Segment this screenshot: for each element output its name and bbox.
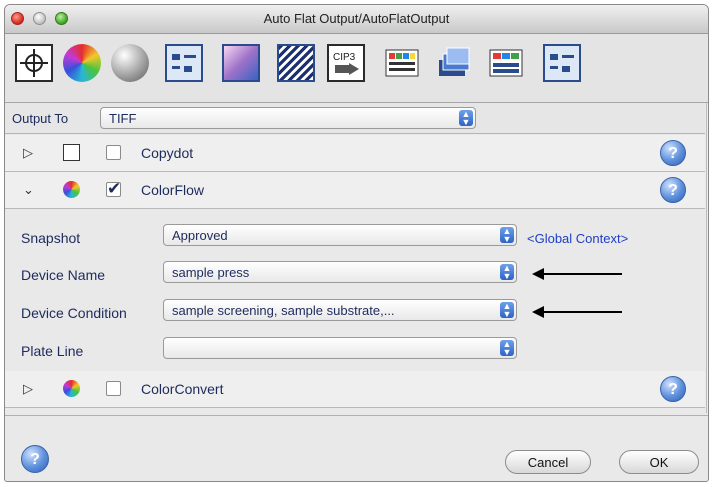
svg-text:CIP3: CIP3	[333, 52, 356, 63]
scroll-down-icon[interactable]: ▼	[708, 395, 709, 404]
cip3-export-icon[interactable]: CIP3	[327, 44, 365, 82]
colorflow-label: ColorFlow	[141, 182, 205, 198]
scrollbar-thumb[interactable]	[708, 107, 709, 257]
copydot-label: Copydot	[141, 145, 194, 161]
device-condition-label: Device Condition	[21, 305, 127, 321]
plate-line-label: Plate Line	[21, 343, 84, 359]
global-context-link[interactable]: <Global Context>	[527, 231, 628, 246]
snapshot-select[interactable]: Approved ▲ ▼	[163, 224, 517, 246]
popup-arrows-icon: ▲ ▼	[500, 340, 514, 357]
output-to-label: Output To	[12, 111, 69, 126]
color-bars-icon[interactable]	[383, 44, 421, 82]
plate-line-select[interactable]: ▲ ▼	[163, 337, 517, 359]
toolbar: CIP3	[5, 34, 708, 103]
stacked-pages-icon[interactable]	[435, 44, 473, 82]
output-format-value: TIFF	[109, 111, 137, 126]
device-name-label: Device Name	[21, 267, 106, 283]
help-icon[interactable]: ?	[660, 140, 686, 166]
ok-button[interactable]: OK	[619, 450, 699, 474]
colorconvert-label: ColorConvert	[141, 381, 224, 397]
cancel-button[interactable]: Cancel	[505, 450, 591, 474]
output-row: Output To TIFF ▲ ▼	[5, 103, 705, 134]
target-icon[interactable]	[15, 44, 53, 82]
copydot-checkbox[interactable]	[106, 145, 121, 160]
annotation-arrow	[532, 268, 622, 280]
snapshot-value: Approved	[172, 228, 228, 243]
color-wheel-icon	[63, 181, 80, 198]
help-icon[interactable]: ?	[660, 376, 686, 402]
section-colorflow: ⌄ ColorFlow ?	[5, 172, 705, 209]
vertical-scrollbar[interactable]: ▲ ▼	[706, 103, 709, 413]
section-colorconvert: ▷ ColorConvert ?	[5, 371, 705, 408]
color-wheel-icon	[63, 380, 80, 397]
device-name-value: sample press	[172, 265, 250, 280]
device-name-select[interactable]: sample press ▲ ▼	[163, 261, 517, 283]
gray-sphere-icon[interactable]	[111, 44, 149, 82]
ul-frame-icon[interactable]	[543, 44, 581, 82]
popup-arrows-icon: ▲ ▼	[500, 264, 514, 281]
color-wheel-icon[interactable]	[63, 44, 101, 82]
popup-arrows-icon: ▲ ▼	[459, 110, 473, 127]
disclosure-triangle-icon[interactable]: ▷	[23, 145, 33, 161]
window-title: Auto Flat Output/AutoFlatOutput	[263, 11, 450, 26]
halftone-icon[interactable]	[277, 44, 315, 82]
annotation-arrow	[532, 306, 622, 318]
device-condition-select[interactable]: sample screening, sample substrate,... ▲…	[163, 299, 517, 321]
snapshot-label: Snapshot	[21, 230, 81, 246]
device-condition-value: sample screening, sample substrate,...	[172, 303, 395, 318]
disclosure-triangle-icon[interactable]: ▷	[23, 381, 33, 397]
gradient-icon[interactable]	[222, 44, 260, 82]
ul-frame-icon[interactable]	[165, 44, 203, 82]
help-icon[interactable]: ?	[660, 177, 686, 203]
footer-divider	[5, 415, 708, 416]
disclosure-triangle-icon[interactable]: ⌄	[23, 182, 34, 198]
popup-arrows-icon: ▲ ▼	[500, 227, 514, 244]
dialog-window: Auto Flat Output/AutoFlatOutput CIP3 Out…	[4, 4, 709, 482]
colorconvert-checkbox[interactable]	[106, 381, 121, 396]
colorflow-checkbox[interactable]	[106, 179, 121, 199]
color-bars-stack-icon[interactable]	[487, 44, 525, 82]
help-icon[interactable]: ?	[21, 445, 49, 473]
title-bar[interactable]: Auto Flat Output/AutoFlatOutput	[5, 5, 708, 34]
output-format-select[interactable]: TIFF ▲ ▼	[100, 107, 476, 129]
popup-arrows-icon: ▲ ▼	[500, 302, 514, 319]
copydot-icon	[63, 144, 80, 161]
scroll-up-icon[interactable]: ▲	[708, 381, 709, 390]
section-copydot: ▷ Copydot ?	[5, 135, 705, 172]
